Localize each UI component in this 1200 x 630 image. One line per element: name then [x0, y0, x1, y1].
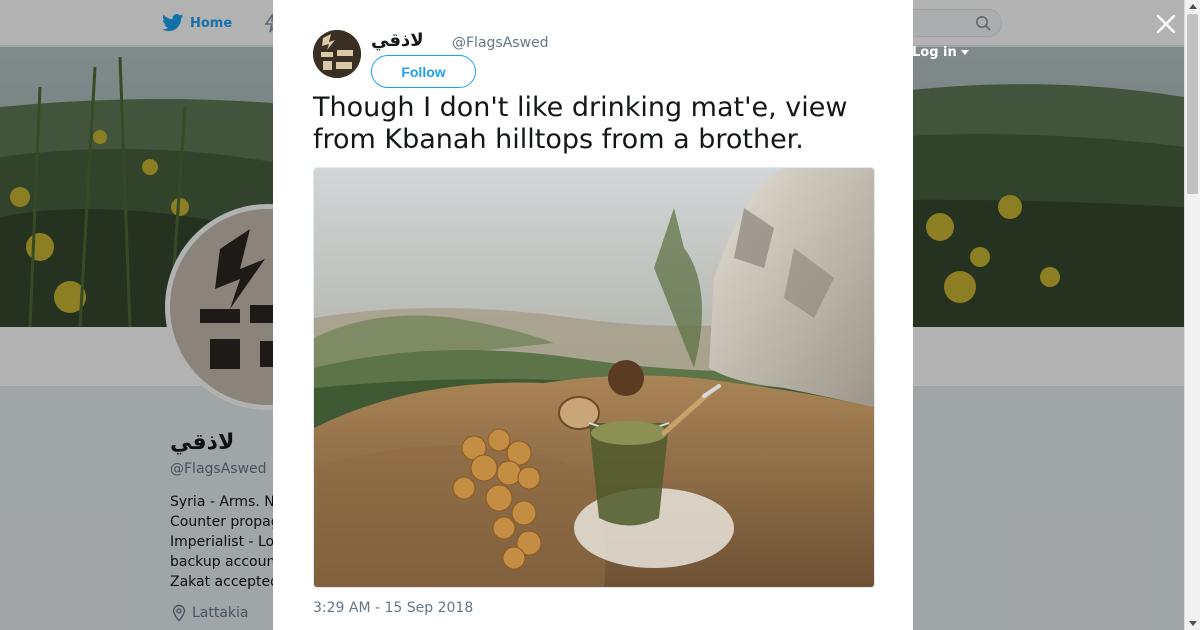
tweet-permalink-modal: لاذقي @FlagsAswed Follow Though I don't …	[273, 0, 913, 630]
tweet-timestamp[interactable]: 3:29 AM - 15 Sep 2018	[313, 600, 473, 616]
scroll-down-arrow-icon[interactable]	[1189, 621, 1197, 626]
follow-button[interactable]: Follow	[371, 55, 476, 88]
tweet-author-handle[interactable]: @FlagsAswed	[452, 35, 549, 51]
close-icon[interactable]	[1154, 12, 1178, 36]
login-menu[interactable]: Log in	[912, 45, 969, 60]
scroll-thumb[interactable]	[1187, 14, 1198, 194]
tweet-author-avatar[interactable]	[313, 30, 361, 78]
author-avatar-logo	[313, 30, 361, 78]
scroll-up-arrow-icon[interactable]	[1189, 4, 1197, 9]
tweet-photo-scene	[314, 168, 874, 587]
tweet-text: Though I don't like drinking mat'e, view…	[313, 92, 848, 155]
caret-down-icon	[960, 49, 969, 55]
login-label: Log in	[912, 45, 957, 60]
tweet-author-name[interactable]: لاذقي	[371, 30, 424, 51]
tweet-photo[interactable]	[313, 167, 875, 588]
page-scrollbar[interactable]	[1184, 0, 1200, 630]
